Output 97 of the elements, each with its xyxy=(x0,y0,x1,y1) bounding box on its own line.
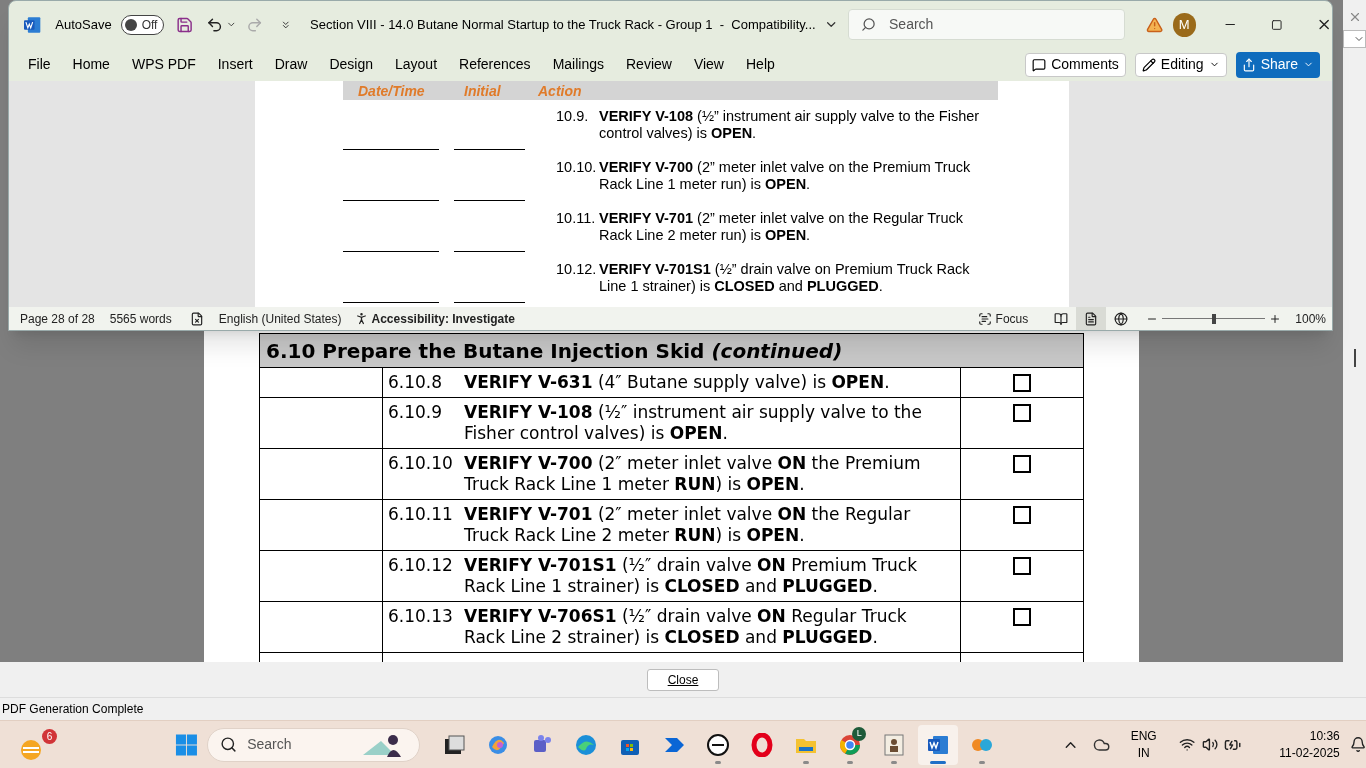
ribbon-tab[interactable]: References xyxy=(448,51,542,78)
slider-thumb[interactable] xyxy=(1211,313,1216,324)
undo-icon[interactable] xyxy=(206,15,224,34)
globe-icon xyxy=(1114,311,1129,326)
section-heading: 6.10 Prepare the Butane Injection Skid (continued) xyxy=(260,334,1084,368)
close-button[interactable]: Close xyxy=(647,668,719,691)
clock-date[interactable]: 11-02-2025 xyxy=(1279,744,1340,762)
step-number: 6.10.8 xyxy=(388,372,444,393)
column-header: Action xyxy=(538,83,582,98)
account-avatar[interactable]: M xyxy=(1172,12,1196,37)
zoom-slider[interactable] xyxy=(1162,311,1266,326)
step-text: VERIFY V-706S1 (½″ drain valve ON Regular Truck Rack Line 2 strainer) is CLOSED and PLUGGED. xyxy=(464,606,908,648)
step-text: VERIFY V-701S1 (½″ drain valve ON Premium Truck Rack Line 1 strainer) is CLOSED and PLUGGED. xyxy=(464,555,919,597)
ribbon-tab[interactable]: Review xyxy=(615,51,683,78)
step-number: 10.9. xyxy=(556,108,590,126)
step-number: 6.10.11 xyxy=(388,504,454,526)
step-text: VERIFY V-701S1 (½” drain valve on Premium Truck Rack Line 1 strainer) is CLOSED and PLUGGED. xyxy=(599,261,971,296)
step-number: 10.11. xyxy=(556,210,597,228)
share-icon xyxy=(1241,57,1256,72)
step-number: 10.10. xyxy=(556,159,598,177)
ribbon-tab[interactable]: View xyxy=(682,51,735,78)
step-text: VERIFY V-108 (½″ instrument air supply valve to the Fisher control valves) is OPEN. xyxy=(464,402,923,444)
page-icon xyxy=(1084,311,1099,326)
wave-icon xyxy=(574,732,599,757)
ribbon-tab[interactable]: Help xyxy=(735,51,786,78)
start-icon[interactable] xyxy=(175,732,199,757)
word-count[interactable]: 5565 words xyxy=(109,309,172,328)
step-text: VERIFY V-108 (½” instrument air supply valve to the Fisher control valves) is OPEN. xyxy=(599,108,981,143)
comment-icon xyxy=(1032,57,1047,72)
wifi-icon[interactable] xyxy=(1178,736,1195,753)
profile-badge: L xyxy=(852,726,867,741)
volume-icon[interactable] xyxy=(1201,736,1219,753)
step-text: VERIFY V-701 (2” meter inlet valve on the Regular Truck Rack Line 2 meter run) is OPEN. xyxy=(599,210,964,245)
maximize-icon[interactable] xyxy=(1271,18,1283,31)
status-text: PDF Generation Complete xyxy=(2,701,144,718)
browser-icon xyxy=(838,732,863,757)
accessibility-status[interactable]: Accessibility: Investigate xyxy=(371,309,515,328)
ribbon-tab[interactable]: Design xyxy=(318,51,384,78)
taskbar-search[interactable]: Search xyxy=(207,727,421,762)
autosave-label: AutoSave xyxy=(55,15,112,34)
column-header: Initial xyxy=(464,83,502,98)
document-title[interactable]: Section VIII - 14.0 Butane Normal Startup to the Truck Rack - Group 1 - Compatibility... xyxy=(310,14,816,35)
checkbox[interactable] xyxy=(1013,374,1031,392)
warning-icon[interactable] xyxy=(1146,15,1164,34)
window-stack-icon xyxy=(442,732,467,757)
zoom-in-icon[interactable] xyxy=(1269,312,1282,325)
checkbox[interactable] xyxy=(1013,455,1031,473)
proofing-icon[interactable] xyxy=(189,311,204,326)
book-icon xyxy=(1054,311,1069,326)
ribbon-tab[interactable]: Mailings xyxy=(541,51,615,78)
portrait-icon xyxy=(882,732,907,757)
step-number: 6.10.13 xyxy=(388,606,454,628)
step-text: VERIFY V-700 (2″ meter inlet valve ON the Premium Truck Rack Line 1 meter RUN) is OPEN. xyxy=(464,453,922,495)
search-placeholder: Search xyxy=(247,735,292,754)
ribbon-tab[interactable]: File xyxy=(17,51,62,78)
bell-icon[interactable] xyxy=(1349,736,1366,753)
step-number: 6.10.12 xyxy=(388,555,454,577)
pencil-icon xyxy=(1141,57,1156,72)
page-count[interactable]: Page 28 of 28 xyxy=(20,309,95,328)
step-text: VERIFY V-631 (4″ Butane supply valve) is OPEN. xyxy=(464,372,891,393)
editing-button[interactable]: Editing xyxy=(1134,52,1227,77)
language-label[interactable]: English (United States) xyxy=(218,309,342,328)
notification-badge: 6 xyxy=(42,728,57,744)
search-placeholder: Search xyxy=(889,15,934,34)
word-logo-icon xyxy=(24,15,42,34)
save-icon[interactable] xyxy=(176,15,194,34)
zoom-level[interactable]: 100% xyxy=(1295,309,1326,328)
comments-button[interactable]: Comments xyxy=(1025,52,1126,77)
step-number: 10.12. xyxy=(556,261,598,279)
view-button[interactable] xyxy=(1076,307,1107,330)
region-indicator[interactable]: IN xyxy=(1137,744,1150,762)
checkbox[interactable] xyxy=(1013,557,1031,575)
checkbox[interactable] xyxy=(1013,404,1031,422)
step-number: 6.10.9 xyxy=(388,402,444,424)
taskbar-app[interactable]: L xyxy=(830,724,871,765)
language-indicator[interactable]: ENG xyxy=(1130,727,1157,745)
autosave-toggle[interactable]: Off xyxy=(120,14,165,35)
ribbon-tab[interactable]: Draw xyxy=(263,51,319,78)
search-field[interactable]: Search xyxy=(848,9,1126,40)
ring-icon xyxy=(750,732,775,757)
share-button[interactable]: Share xyxy=(1235,51,1320,78)
column-header: Date/Time xyxy=(358,83,426,98)
ribbon-tab[interactable]: Insert xyxy=(206,51,264,78)
checkbox[interactable] xyxy=(1013,608,1031,626)
round-logo-icon xyxy=(706,732,731,757)
focus-label[interactable]: Focus xyxy=(995,309,1029,328)
search-icon xyxy=(220,736,238,753)
ribbon-tab[interactable]: WPS PDF xyxy=(120,51,207,78)
ribbon-tab[interactable]: Home xyxy=(61,51,121,78)
step-text: VERIFY V-700 (2” meter inlet valve on the Premium Truck Rack Line 1 meter run) is OPEN. xyxy=(599,159,972,194)
focus-icon[interactable] xyxy=(977,311,992,326)
search-icon xyxy=(861,17,876,32)
ribbon-tab[interactable]: Layout xyxy=(384,51,449,78)
step-text: VERIFY V-701 (2″ meter inlet valve ON the Regular Truck Rack Line 2 meter RUN) is OPEN. xyxy=(464,504,912,546)
step-number: 6.10.10 xyxy=(388,453,454,475)
clock-time[interactable]: 10:36 xyxy=(1309,727,1340,745)
checkbox[interactable] xyxy=(1013,506,1031,524)
